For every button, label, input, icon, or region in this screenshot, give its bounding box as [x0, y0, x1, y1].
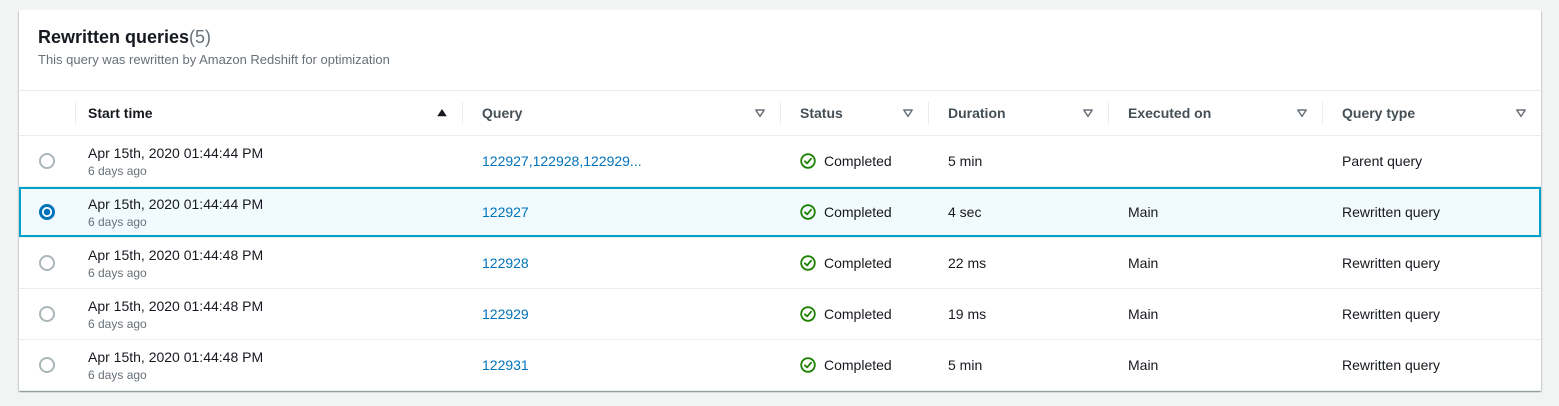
table-row[interactable]: Apr 15th, 2020 01:44:44 PM 6 days ago 12…: [19, 136, 1541, 187]
duration-cell: 22 ms: [928, 238, 1108, 288]
selection-cell: [19, 187, 75, 237]
radio-button[interactable]: [39, 204, 55, 220]
status-cell: Completed: [780, 187, 928, 237]
status-cell: Completed: [780, 340, 928, 390]
executed-on-cell: Main: [1108, 238, 1322, 288]
duration-cell: 4 sec: [928, 187, 1108, 237]
status-label: Completed: [824, 255, 892, 271]
selection-cell: [19, 289, 75, 339]
panel-title: Rewritten queries: [38, 27, 189, 47]
query-cell: 122927,122928,122929...: [462, 136, 780, 186]
query-type-cell: Rewritten query: [1322, 340, 1541, 390]
query-link[interactable]: 122928: [482, 255, 529, 271]
column-header-start-time[interactable]: Start time: [75, 91, 462, 135]
column-label: Status: [800, 105, 843, 121]
duration-cell: 5 min: [928, 136, 1108, 186]
duration-cell: 5 min: [928, 340, 1108, 390]
start-time-relative: 6 days ago: [88, 164, 147, 179]
column-header-query[interactable]: Query: [462, 91, 780, 135]
start-time-relative: 6 days ago: [88, 215, 147, 230]
column-label: Executed on: [1128, 105, 1211, 121]
rewritten-queries-panel: Rewritten queries(5) This query was rewr…: [19, 10, 1541, 391]
radio-button[interactable]: [39, 153, 55, 169]
table-row[interactable]: Apr 15th, 2020 01:44:48 PM 6 days ago 12…: [19, 340, 1541, 391]
selection-cell: [19, 238, 75, 288]
filter-icon[interactable]: [1296, 107, 1308, 119]
start-time-relative: 6 days ago: [88, 317, 147, 332]
start-time: Apr 15th, 2020 01:44:44 PM: [88, 144, 263, 162]
executed-on-cell: Main: [1108, 289, 1322, 339]
sort-ascending-icon[interactable]: [436, 107, 448, 119]
query-cell: 122927: [462, 187, 780, 237]
query-link[interactable]: 122927,122928,122929...: [482, 153, 642, 169]
duration-cell: 19 ms: [928, 289, 1108, 339]
query-type-cell: Rewritten query: [1322, 289, 1541, 339]
start-time-cell: Apr 15th, 2020 01:44:48 PM 6 days ago: [75, 340, 462, 390]
query-type-cell: Rewritten query: [1322, 238, 1541, 288]
filter-icon[interactable]: [902, 107, 914, 119]
start-time: Apr 15th, 2020 01:44:48 PM: [88, 246, 263, 264]
filter-icon[interactable]: [754, 107, 766, 119]
radio-button[interactable]: [39, 255, 55, 271]
panel-header: Rewritten queries(5) This query was rewr…: [19, 10, 1541, 90]
start-time-cell: Apr 15th, 2020 01:44:44 PM 6 days ago: [75, 187, 462, 237]
status-cell: Completed: [780, 289, 928, 339]
completed-status-icon: [800, 357, 816, 373]
start-time: Apr 15th, 2020 01:44:44 PM: [88, 195, 263, 213]
executed-on-cell: Main: [1108, 187, 1322, 237]
status-cell: Completed: [780, 238, 928, 288]
table-row[interactable]: Apr 15th, 2020 01:44:48 PM 6 days ago 12…: [19, 238, 1541, 289]
table-row[interactable]: Apr 15th, 2020 01:44:44 PM 6 days ago 12…: [19, 187, 1541, 238]
column-header-executed-on[interactable]: Executed on: [1108, 91, 1322, 135]
panel-count: (5): [189, 27, 211, 47]
filter-icon[interactable]: [1515, 107, 1527, 119]
query-cell: 122929: [462, 289, 780, 339]
table-body: Apr 15th, 2020 01:44:44 PM 6 days ago 12…: [19, 136, 1541, 391]
start-time: Apr 15th, 2020 01:44:48 PM: [88, 297, 263, 315]
query-type-cell: Rewritten query: [1322, 187, 1541, 237]
table-row[interactable]: Apr 15th, 2020 01:44:48 PM 6 days ago 12…: [19, 289, 1541, 340]
completed-status-icon: [800, 153, 816, 169]
start-time-cell: Apr 15th, 2020 01:44:48 PM 6 days ago: [75, 238, 462, 288]
start-time-cell: Apr 15th, 2020 01:44:48 PM 6 days ago: [75, 289, 462, 339]
start-time-relative: 6 days ago: [88, 266, 147, 281]
filter-icon[interactable]: [1082, 107, 1094, 119]
status-label: Completed: [824, 357, 892, 373]
column-label: Start time: [88, 105, 153, 121]
status-label: Completed: [824, 153, 892, 169]
query-cell: 122928: [462, 238, 780, 288]
query-link[interactable]: 122931: [482, 357, 529, 373]
executed-on-cell: Main: [1108, 340, 1322, 390]
completed-status-icon: [800, 306, 816, 322]
selection-cell: [19, 136, 75, 186]
column-label: Query: [482, 105, 522, 121]
column-header-selection: [19, 91, 75, 135]
column-header-status[interactable]: Status: [780, 91, 928, 135]
radio-button[interactable]: [39, 357, 55, 373]
completed-status-icon: [800, 204, 816, 220]
table-header: Start time Query Status Duration Execute…: [19, 90, 1541, 136]
column-header-query-type[interactable]: Query type: [1322, 91, 1541, 135]
status-cell: Completed: [780, 136, 928, 186]
completed-status-icon: [800, 255, 816, 271]
column-header-duration[interactable]: Duration: [928, 91, 1108, 135]
column-label: Duration: [948, 105, 1006, 121]
panel-description: This query was rewritten by Amazon Redsh…: [38, 52, 1521, 68]
radio-button[interactable]: [39, 306, 55, 322]
query-link[interactable]: 122929: [482, 306, 529, 322]
start-time-cell: Apr 15th, 2020 01:44:44 PM 6 days ago: [75, 136, 462, 186]
status-label: Completed: [824, 204, 892, 220]
status-label: Completed: [824, 306, 892, 322]
column-label: Query type: [1342, 105, 1415, 121]
selection-cell: [19, 340, 75, 390]
query-type-cell: Parent query: [1322, 136, 1541, 186]
query-cell: 122931: [462, 340, 780, 390]
start-time-relative: 6 days ago: [88, 368, 147, 383]
executed-on-cell: [1108, 136, 1322, 186]
start-time: Apr 15th, 2020 01:44:48 PM: [88, 348, 263, 366]
query-link[interactable]: 122927: [482, 204, 529, 220]
